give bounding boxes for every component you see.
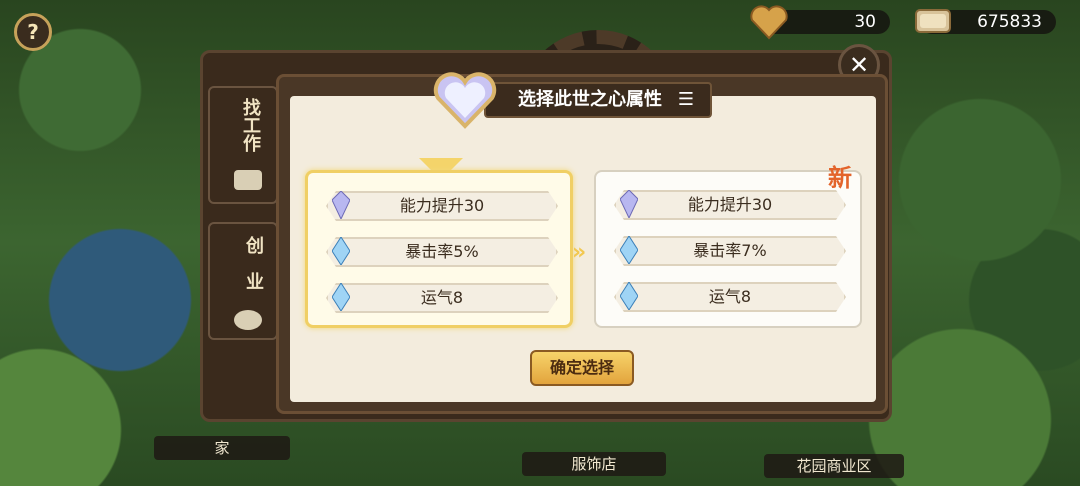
dialog-title: 选择此世之心属性 bbox=[518, 89, 662, 110]
current-attr-row-3: 运气8 bbox=[326, 283, 558, 313]
dialog-title-bar: 选择此世之心属性 ☰ bbox=[484, 82, 712, 118]
heart-icon bbox=[750, 5, 788, 40]
tab-find-job-label: 找工作 bbox=[240, 98, 261, 152]
help-icon: ? bbox=[27, 20, 39, 44]
map-label-clothing-store[interactable]: 服饰店 bbox=[522, 452, 666, 476]
tab-find-job[interactable]: 找工作 bbox=[208, 86, 278, 204]
crystal-heart-icon bbox=[433, 72, 497, 129]
map-label-garden-commercial[interactable]: 花园商业区 bbox=[764, 454, 904, 478]
money-bag-icon bbox=[234, 310, 262, 330]
hearts-value: 30 bbox=[854, 12, 876, 32]
gem-icon bbox=[332, 237, 350, 265]
new-attr-2: 暴击率7% bbox=[693, 241, 767, 260]
current-attr-2: 暴击率5% bbox=[405, 242, 479, 261]
current-attr-3: 运气8 bbox=[420, 288, 464, 307]
gem-icon bbox=[332, 191, 350, 219]
current-attr-row-1: 能力提升30 bbox=[326, 191, 558, 221]
map-label-home[interactable]: 家 bbox=[154, 436, 290, 460]
gem-icon bbox=[332, 283, 350, 311]
menu-icon: ☰ bbox=[677, 89, 694, 110]
double-arrow-icon: » bbox=[572, 240, 586, 265]
new-badge: 新 bbox=[828, 164, 852, 192]
tab-startup[interactable]: 创业 bbox=[208, 222, 278, 340]
new-attr-1: 能力提升30 bbox=[687, 195, 773, 214]
help-button[interactable]: ? bbox=[14, 13, 52, 51]
current-attr-row-2: 暴击率5% bbox=[326, 237, 558, 267]
new-attr-3: 运气8 bbox=[708, 287, 752, 306]
current-attribute-card[interactable]: 能力提升30 暴击率5% 运气8 bbox=[305, 170, 573, 328]
new-attribute-card[interactable]: 能力提升30 暴击率7% 运气8 bbox=[594, 170, 862, 328]
gem-icon bbox=[620, 236, 638, 264]
new-attr-row-2: 暴击率7% bbox=[614, 236, 846, 266]
current-attr-1: 能力提升30 bbox=[399, 196, 485, 215]
gem-icon bbox=[620, 282, 638, 310]
new-attr-row-1: 能力提升30 bbox=[614, 190, 846, 220]
confirm-button[interactable]: 确定选择 bbox=[530, 350, 634, 386]
tab-startup-label: 创业 bbox=[243, 236, 264, 308]
coins-value: 675833 bbox=[977, 12, 1042, 32]
coin-stack-icon bbox=[915, 9, 951, 33]
new-attr-row-3: 运气8 bbox=[614, 282, 846, 312]
confirm-label: 确定选择 bbox=[549, 358, 614, 377]
job-icon bbox=[234, 170, 262, 190]
gem-icon bbox=[620, 190, 638, 218]
